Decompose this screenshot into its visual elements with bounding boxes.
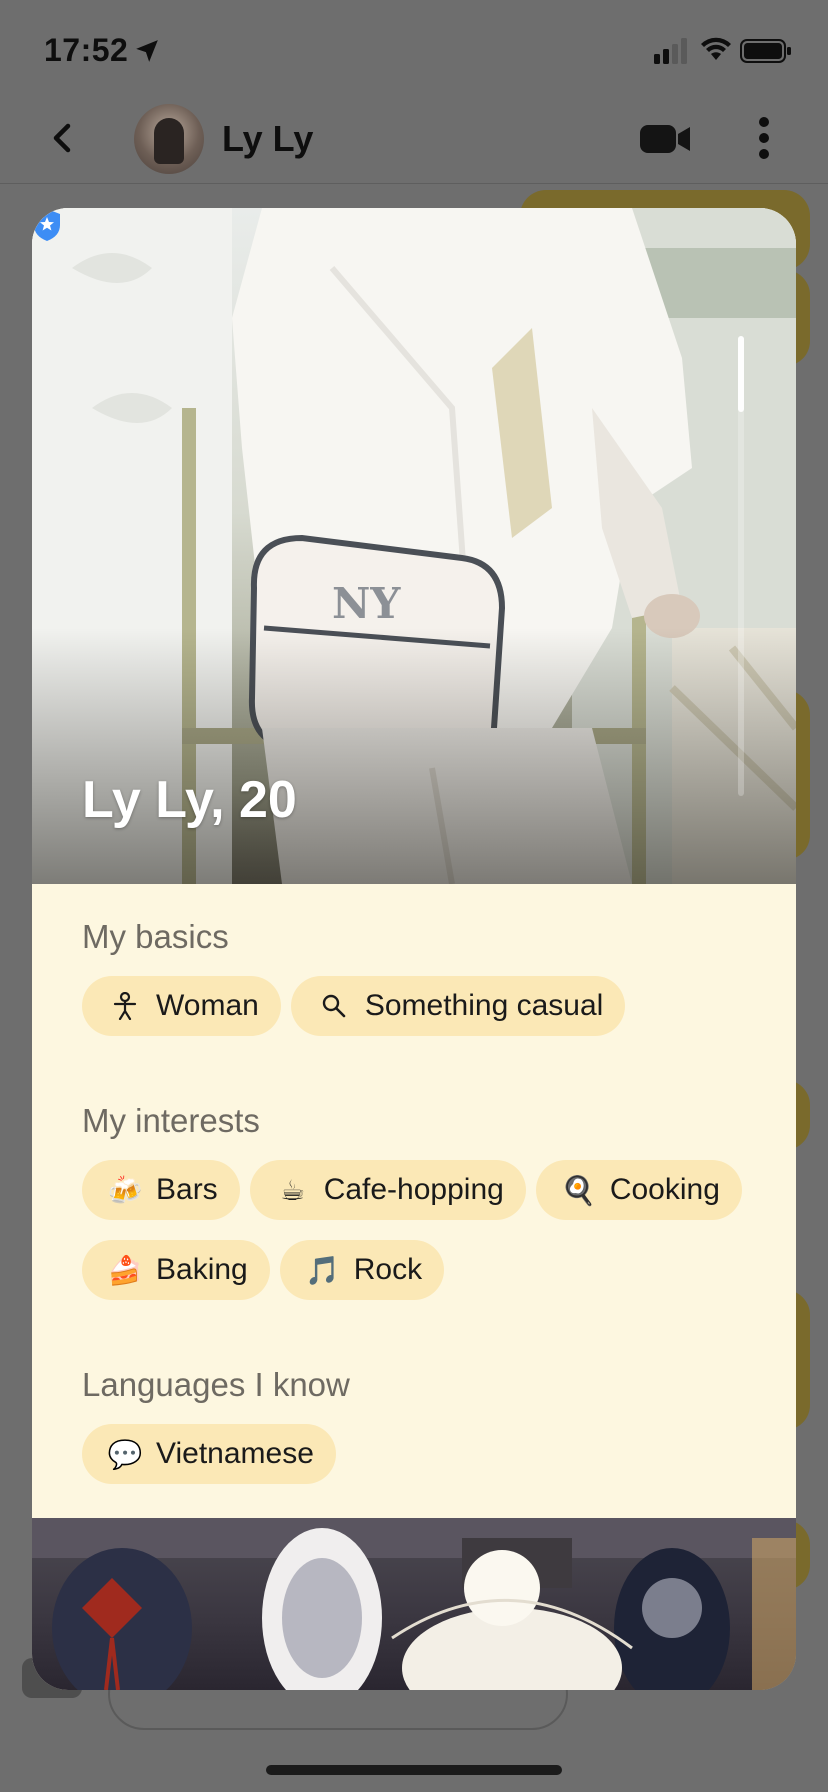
- cellular-signal-icon: [654, 38, 687, 64]
- interests-chips: 🍻 Bars ☕ Cafe-hopping 🍳 Cooking 🍰 Baking…: [82, 1160, 746, 1300]
- chip-cafe-hopping: ☕ Cafe-hopping: [249, 1160, 526, 1220]
- section-title: My basics: [82, 918, 229, 955]
- battery-icon: [740, 39, 791, 63]
- beer-mugs-icon: 🍻: [107, 1174, 143, 1206]
- chip-bars: 🍻 Bars: [82, 1160, 240, 1220]
- chip-label: Vietnamese: [156, 1437, 314, 1470]
- chip-baking: 🍰 Baking: [82, 1240, 270, 1300]
- avatar[interactable]: [134, 104, 204, 174]
- more-options-icon[interactable]: [752, 114, 776, 162]
- chat-contact-name[interactable]: Ly Ly: [222, 118, 313, 160]
- section-title: Languages I know: [82, 1366, 350, 1403]
- location-arrow-icon: [136, 40, 158, 62]
- frying-pan-icon: 🍳: [561, 1174, 597, 1206]
- person-icon: [106, 987, 144, 1025]
- profile-name-age: Ly Ly, 20: [82, 771, 297, 829]
- chip-label: Baking: [156, 1253, 248, 1286]
- chip-label: Something casual: [364, 989, 604, 1022]
- chip-rock: 🎵 Rock: [279, 1240, 445, 1300]
- photo-scroll-indicator[interactable]: [738, 336, 744, 412]
- second-profile-photo[interactable]: [32, 1518, 796, 1690]
- chip-label: Cooking: [609, 1173, 720, 1206]
- status-time: 17:52: [44, 32, 129, 68]
- music-note-icon: 🎵: [305, 1254, 341, 1286]
- hot-coffee-icon: ☕: [280, 1174, 306, 1206]
- magnifier-icon: [315, 987, 353, 1025]
- verified-badge-icon: [34, 209, 60, 241]
- chip-something-casual: Something casual: [290, 976, 626, 1036]
- section-languages: Languages I know 💬 Vietnamese: [82, 1366, 746, 1484]
- section-basics: My basics Woman Something casual: [82, 918, 746, 1036]
- home-indicator: [266, 1765, 562, 1775]
- chip-label: Cafe-hopping: [323, 1173, 504, 1206]
- second-photo-illustration: [32, 1518, 796, 1690]
- profile-card[interactable]: NY Ly Ly, 20 My basics Woman Something c…: [32, 208, 796, 1690]
- section-title: My interests: [82, 1102, 260, 1139]
- chip-label: Rock: [353, 1253, 423, 1286]
- video-call-icon[interactable]: [640, 122, 692, 156]
- profile-photo[interactable]: NY Ly Ly, 20: [32, 208, 796, 884]
- chip-cooking: 🍳 Cooking: [535, 1160, 742, 1220]
- speech-bubble-icon: 💬: [107, 1438, 143, 1470]
- basics-chips: Woman Something casual: [82, 976, 746, 1036]
- chip-label: Woman: [156, 989, 259, 1022]
- section-interests: My interests 🍻 Bars ☕ Cafe-hopping 🍳 Coo…: [82, 1102, 746, 1300]
- status-bar: 17:52: [0, 0, 828, 96]
- languages-chips: 💬 Vietnamese: [82, 1424, 746, 1484]
- wifi-icon: [701, 37, 731, 60]
- chip-woman: Woman: [82, 976, 281, 1036]
- chip-label: Bars: [156, 1173, 218, 1206]
- cake-slice-icon: 🍰: [107, 1254, 143, 1286]
- chat-header: Ly Ly: [0, 96, 828, 184]
- svg-text:NY: NY: [332, 579, 401, 628]
- back-chevron-icon[interactable]: [44, 118, 84, 158]
- chip-vietnamese: 💬 Vietnamese: [82, 1424, 336, 1484]
- profile-info: My basics Woman Something casual My inte…: [32, 884, 796, 1484]
- photo-gradient-overlay: [32, 628, 796, 884]
